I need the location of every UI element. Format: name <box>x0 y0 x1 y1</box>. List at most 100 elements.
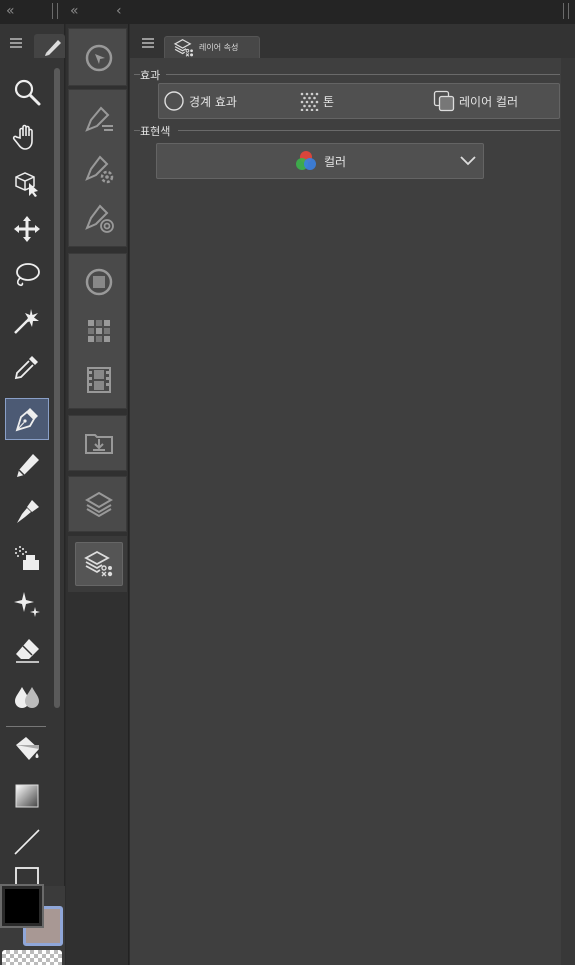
tool-eyedropper[interactable] <box>5 346 49 388</box>
move-arrows-icon <box>14 216 40 242</box>
effect-toggle-bar: 경계 효과 톤 레이어 컬러 <box>158 83 560 119</box>
palette-group-layer <box>68 476 127 532</box>
tone-button[interactable]: 톤 <box>299 84 334 118</box>
layers-icon <box>85 491 113 518</box>
panel-menu-icon[interactable] <box>142 38 154 48</box>
border-effect-button[interactable]: 경계 효과 <box>163 84 237 118</box>
collapse-tools-button[interactable]: « <box>6 2 15 20</box>
material-button[interactable] <box>75 421 123 465</box>
tool-fill[interactable] <box>5 729 49 771</box>
tab-label: 레이어 속성 <box>199 43 239 52</box>
tool-eraser[interactable] <box>5 629 49 671</box>
tool-separator <box>6 726 46 727</box>
tone-label: 톤 <box>323 94 335 109</box>
color-set-button[interactable] <box>75 309 123 353</box>
magic-wand-icon <box>14 309 39 334</box>
layer-property-panel: 레이어 속성 효과 경계 효과 톤 레이어 컬러 표현색 컬러 <box>130 24 575 965</box>
blend-drops-icon <box>15 687 39 708</box>
color-wheel-button[interactable] <box>75 260 123 304</box>
pen-nib-icon <box>15 408 38 432</box>
layer-color-button[interactable]: 레이어 컬러 <box>433 84 518 118</box>
layer-property-icon <box>173 38 194 57</box>
hamburger-menu-icon[interactable] <box>10 38 22 48</box>
navigator-icon <box>85 44 113 72</box>
tool-decoration[interactable] <box>5 583 49 625</box>
tool-header <box>0 30 65 58</box>
navigator-button[interactable] <box>75 36 123 80</box>
tab-layer-property[interactable]: 레이어 속성 <box>164 36 260 58</box>
subtool-button[interactable] <box>75 98 123 142</box>
tool-scrollbar[interactable] <box>54 68 60 708</box>
pen-target-icon <box>85 204 114 233</box>
layer-button[interactable] <box>75 482 123 526</box>
paint-bucket-icon <box>16 737 39 760</box>
circle-outline-icon <box>164 91 184 111</box>
tool-zoom[interactable] <box>5 71 49 113</box>
tool-frame[interactable] <box>5 864 49 886</box>
eyedropper-icon <box>14 356 38 380</box>
panel-header: 레이어 속성 <box>130 24 575 58</box>
effects-section-title: 효과 <box>140 69 161 82</box>
tool-airbrush[interactable] <box>5 537 49 579</box>
color-grid-icon <box>88 320 110 342</box>
palette-group-material <box>68 415 127 471</box>
lasso-icon <box>16 263 40 287</box>
section-divider <box>178 130 560 131</box>
brush-icon <box>17 500 39 523</box>
film-icon <box>87 367 111 393</box>
tool-blend[interactable] <box>5 675 49 717</box>
chevron-down-icon <box>460 156 476 166</box>
gradient-icon <box>15 784 39 808</box>
tool-auto-select[interactable] <box>5 300 49 342</box>
palette-column <box>66 24 129 965</box>
tool-object[interactable] <box>5 162 49 204</box>
main-color-swatch[interactable] <box>0 884 44 928</box>
animation-button[interactable] <box>75 358 123 402</box>
tool-pen[interactable] <box>5 398 49 440</box>
magnifier-icon <box>14 79 41 106</box>
folder-download-icon <box>85 434 113 454</box>
line-icon <box>14 829 40 855</box>
palette-group-layer-property <box>68 536 127 592</box>
expression-color-value: 컬러 <box>323 154 347 169</box>
eraser-icon <box>16 639 39 663</box>
panel-grip-handle-right[interactable] <box>563 3 569 19</box>
collapse-palette-button[interactable]: « <box>70 2 79 20</box>
palette-group-navigator <box>68 28 127 86</box>
object-cube-icon <box>15 172 38 197</box>
tool-pencil[interactable] <box>5 445 49 487</box>
palette-group-color <box>68 253 127 409</box>
tool-property-button[interactable] <box>75 147 123 191</box>
tool-move-layer[interactable] <box>5 208 49 250</box>
brush-size-button[interactable] <box>75 196 123 240</box>
rgb-circles-icon <box>295 151 316 170</box>
tool-gradient[interactable] <box>5 775 49 817</box>
layer-property-icon <box>84 550 113 577</box>
pencil-icon <box>45 40 61 56</box>
expression-color-section-title: 표현색 <box>140 125 171 138</box>
palette-group-subtool <box>68 89 127 247</box>
tool-hand[interactable] <box>5 116 49 158</box>
tool-lasso[interactable] <box>5 254 49 296</box>
back-button[interactable]: ‹ <box>116 2 122 20</box>
border-effect-label: 경계 효과 <box>189 94 237 109</box>
color-circle-icon <box>85 268 113 296</box>
transparent-color-swatch[interactable] <box>2 950 62 965</box>
airbrush-icon <box>15 546 39 570</box>
pencil-icon <box>17 454 39 477</box>
subtool-pen-list-icon <box>85 106 113 132</box>
panel-grip-handle[interactable] <box>52 3 58 19</box>
tool-brush[interactable] <box>5 491 49 533</box>
hand-icon <box>12 124 33 150</box>
tool-column <box>0 24 65 965</box>
pen-tab[interactable] <box>34 34 65 58</box>
layer-property-button[interactable] <box>75 542 123 586</box>
section-divider <box>166 74 560 75</box>
tool-figure[interactable] <box>5 821 49 863</box>
pen-settings-icon <box>85 155 114 184</box>
layer-color-icon <box>433 90 455 112</box>
frame-icon <box>15 867 39 886</box>
panel-right-strip <box>561 58 575 965</box>
expression-color-dropdown[interactable]: 컬러 <box>156 143 484 179</box>
sparkle-icon <box>14 592 40 617</box>
